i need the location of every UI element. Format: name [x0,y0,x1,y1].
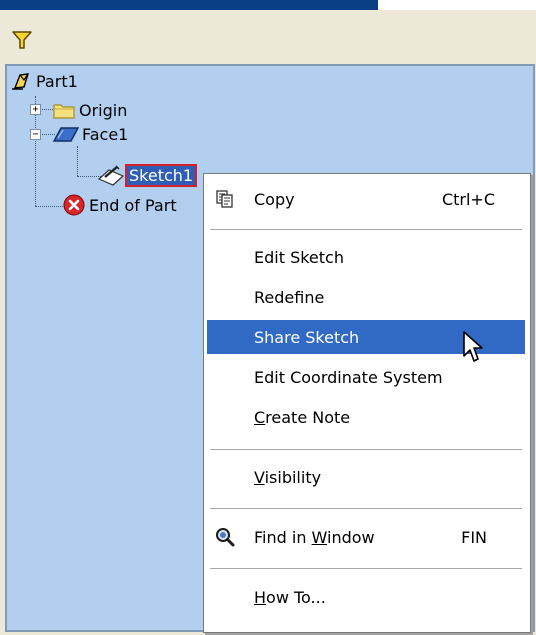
menu-label-find-in-window: Find in Window [254,527,375,547]
title-strip [0,0,378,10]
tree-item-face1[interactable]: Face1 [53,123,128,145]
menu-item-edit-sketch[interactable]: Edit Sketch [207,240,525,274]
part-icon [12,73,29,90]
collapse-face1-icon[interactable]: − [30,129,41,140]
face-icon [53,127,79,142]
menu-label-edit-coordinate-system: Edit Coordinate System [254,367,443,387]
menu-separator [210,568,522,569]
menu-item-visibility[interactable]: Visibility [207,460,525,494]
browser-toolbar [0,10,536,63]
copy-icon [216,190,233,208]
tree-item-part1[interactable]: Part1 [11,70,78,92]
tree-label-part1: Part1 [36,71,78,91]
tree-label-face1: Face1 [82,124,129,144]
sketch-icon [97,165,125,186]
tree-label-sketch1: Sketch1 [124,163,198,187]
menu-separator [210,229,522,230]
tree-item-sketch1[interactable]: Sketch1 [97,163,198,187]
menu-label-copy: Copy [254,189,295,209]
tree-item-end-of-part[interactable]: End of Part [63,194,205,216]
filter-button[interactable] [8,26,36,54]
menu-label-redefine: Redefine [254,287,325,307]
folder-icon [53,104,75,119]
menu-item-edit-coordinate-system[interactable]: Edit Coordinate System [207,360,525,394]
menu-separator [210,449,522,450]
tree-label-end-of-part: End of Part [89,195,177,215]
filter-icon [12,31,32,49]
menu-item-find-in-window[interactable]: Find in Window FIN [207,520,525,554]
menu-item-copy[interactable]: Copy Ctrl+C [207,182,525,216]
tree-item-origin[interactable]: Origin [53,99,127,121]
context-menu: Copy Ctrl+C Edit Sketch Redefine Share S… [203,173,531,633]
menu-shortcut-copy: Ctrl+C [441,189,495,209]
menu-label-how-to: How To... [254,587,326,607]
tree-label-origin: Origin [79,100,128,120]
menu-shortcut-find: FIN [461,527,487,547]
expand-origin-icon[interactable]: + [30,104,41,115]
menu-separator [210,508,522,509]
title-strip-blank [378,0,536,10]
menu-label-share-sketch: Share Sketch [254,327,360,347]
menu-item-create-note[interactable]: Create Note [207,400,525,434]
menu-label-edit-sketch: Edit Sketch [254,247,344,267]
error-icon [63,194,85,216]
tree-line [77,146,78,176]
menu-label-visibility: Visibility [254,467,322,487]
menu-label-create-note: Create Note [254,407,351,427]
menu-item-how-to[interactable]: How To... [207,580,525,614]
magnifier-icon [216,528,235,547]
menu-item-redefine[interactable]: Redefine [207,280,525,314]
mouse-cursor-icon [463,331,483,362]
